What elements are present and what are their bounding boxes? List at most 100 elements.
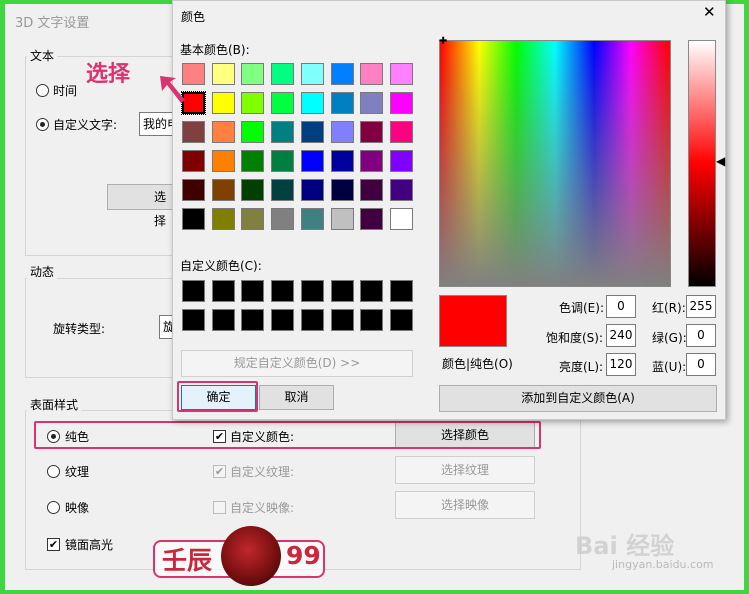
custom-color-swatch[interactable] bbox=[360, 309, 384, 331]
basic-color-swatch[interactable] bbox=[241, 179, 265, 201]
basic-color-swatch[interactable] bbox=[211, 63, 235, 85]
basic-color-swatch[interactable] bbox=[360, 63, 384, 85]
basic-color-swatch[interactable] bbox=[330, 121, 354, 143]
close-icon[interactable]: ✕ bbox=[703, 3, 716, 21]
luminance-slider[interactable] bbox=[688, 40, 716, 287]
basic-color-swatch[interactable] bbox=[300, 92, 324, 114]
custom-color-swatch[interactable] bbox=[241, 309, 265, 331]
red-label: 红(R): bbox=[652, 301, 686, 315]
basic-color-swatch[interactable] bbox=[389, 150, 413, 172]
custom-text-radio[interactable] bbox=[36, 118, 49, 131]
specular-checkbox[interactable]: ✔ bbox=[47, 538, 60, 551]
basic-color-swatch[interactable] bbox=[330, 150, 354, 172]
basic-color-swatch[interactable] bbox=[360, 179, 384, 201]
custom-color-swatch[interactable] bbox=[271, 280, 295, 302]
basic-color-swatch[interactable] bbox=[330, 208, 354, 230]
blue-input[interactable]: 0 bbox=[686, 353, 716, 376]
basic-color-swatch[interactable] bbox=[271, 150, 295, 172]
motion-group-label: 动态 bbox=[27, 263, 58, 280]
basic-color-swatch[interactable] bbox=[241, 150, 265, 172]
custom-color-swatch[interactable] bbox=[360, 280, 384, 302]
basic-color-swatch[interactable] bbox=[211, 150, 235, 172]
custom-texture-label: 自定义纹理: bbox=[230, 465, 295, 479]
sat-input[interactable]: 240 bbox=[606, 324, 636, 347]
basic-color-swatch[interactable] bbox=[241, 92, 265, 114]
custom-color-swatch[interactable] bbox=[211, 309, 235, 331]
color-preview bbox=[439, 295, 507, 347]
sat-label: 饱和度(S): bbox=[546, 331, 604, 345]
custom-color-swatch[interactable] bbox=[300, 309, 324, 331]
basic-color-swatch[interactable] bbox=[360, 208, 384, 230]
basic-color-swatch[interactable] bbox=[182, 150, 205, 172]
basic-color-swatch[interactable] bbox=[330, 179, 354, 201]
green-input[interactable]: 0 bbox=[686, 324, 716, 347]
texture-radio[interactable] bbox=[47, 465, 60, 478]
color-dialog: 颜色 ✕ 基本颜色(B): 自定义颜色(C): 规定自定义颜色(D) >> 确定… bbox=[172, 0, 726, 420]
solid-row-highlight bbox=[34, 421, 541, 449]
custom-colors-label: 自定义颜色(C): bbox=[180, 259, 262, 273]
custom-color-swatch[interactable] bbox=[330, 309, 354, 331]
time-label: 时间 bbox=[53, 84, 78, 98]
color-spectrum[interactable] bbox=[439, 40, 671, 287]
time-radio[interactable] bbox=[36, 84, 49, 97]
reflection-label: 映像 bbox=[65, 501, 90, 515]
basic-color-swatch[interactable] bbox=[241, 121, 265, 143]
window-title: 3D 文字设置 bbox=[15, 16, 90, 31]
select-reflection-button: 选择映像 bbox=[395, 491, 535, 519]
basic-color-swatch[interactable] bbox=[300, 150, 324, 172]
red-input[interactable]: 255 bbox=[686, 295, 716, 318]
custom-color-swatch[interactable] bbox=[211, 280, 235, 302]
basic-color-swatch[interactable] bbox=[389, 121, 413, 143]
basic-color-swatch[interactable] bbox=[360, 92, 384, 114]
basic-color-swatch[interactable] bbox=[271, 63, 295, 85]
basic-color-swatch[interactable] bbox=[300, 63, 324, 85]
basic-color-swatch[interactable] bbox=[360, 150, 384, 172]
basic-color-swatch[interactable] bbox=[211, 179, 235, 201]
select-font-button[interactable]: 选择 bbox=[107, 184, 177, 228]
hue-input[interactable]: 0 bbox=[606, 295, 636, 318]
basic-color-swatch[interactable] bbox=[182, 121, 205, 143]
logo-text-left: 壬辰 bbox=[162, 546, 213, 575]
custom-color-swatch[interactable] bbox=[389, 309, 413, 331]
custom-color-swatch[interactable] bbox=[271, 309, 295, 331]
basic-color-swatch[interactable] bbox=[389, 92, 413, 114]
basic-color-swatch[interactable] bbox=[360, 121, 384, 143]
basic-color-swatch[interactable] bbox=[389, 208, 413, 230]
basic-color-swatch[interactable] bbox=[389, 63, 413, 85]
custom-color-swatch[interactable] bbox=[182, 309, 205, 331]
basic-color-swatch[interactable] bbox=[271, 92, 295, 114]
basic-color-swatch[interactable] bbox=[300, 208, 324, 230]
add-to-custom-colors-button[interactable]: 添加到自定义颜色(A) bbox=[439, 385, 717, 412]
basic-color-swatch[interactable] bbox=[241, 208, 265, 230]
cancel-button[interactable]: 取消 bbox=[259, 385, 334, 410]
basic-color-swatch[interactable] bbox=[271, 179, 295, 201]
basic-color-swatch[interactable] bbox=[330, 63, 354, 85]
custom-color-swatch[interactable] bbox=[300, 280, 324, 302]
lum-input[interactable]: 120 bbox=[606, 353, 636, 376]
reflection-radio[interactable] bbox=[47, 501, 60, 514]
basic-color-swatch[interactable] bbox=[182, 179, 205, 201]
basic-color-swatch[interactable] bbox=[241, 63, 265, 85]
custom-color-swatch[interactable] bbox=[241, 280, 265, 302]
basic-color-swatch[interactable] bbox=[300, 121, 324, 143]
rotation-type-label: 旋转类型: bbox=[53, 322, 106, 336]
basic-color-swatch[interactable] bbox=[182, 208, 205, 230]
custom-color-swatch[interactable] bbox=[330, 280, 354, 302]
hue-label: 色调(E): bbox=[559, 301, 604, 315]
custom-color-swatch[interactable] bbox=[182, 280, 205, 302]
basic-color-swatch[interactable] bbox=[300, 179, 324, 201]
basic-color-swatch[interactable] bbox=[211, 208, 235, 230]
green-label: 绿(G): bbox=[652, 331, 687, 345]
basic-color-swatch[interactable] bbox=[211, 92, 235, 114]
basic-color-swatch[interactable] bbox=[271, 121, 295, 143]
logo-text-right: 99 bbox=[286, 541, 321, 570]
custom-color-swatch[interactable] bbox=[389, 280, 413, 302]
blue-label: 蓝(U): bbox=[652, 360, 687, 374]
luminance-arrow-icon[interactable]: ◀ bbox=[716, 154, 725, 168]
basic-color-swatch[interactable] bbox=[211, 121, 235, 143]
basic-color-swatch[interactable] bbox=[271, 208, 295, 230]
basic-color-swatch[interactable] bbox=[330, 92, 354, 114]
lum-label: 亮度(L): bbox=[559, 360, 604, 374]
basic-color-swatch[interactable] bbox=[389, 179, 413, 201]
custom-texture-checkbox: ✔ bbox=[213, 465, 226, 478]
